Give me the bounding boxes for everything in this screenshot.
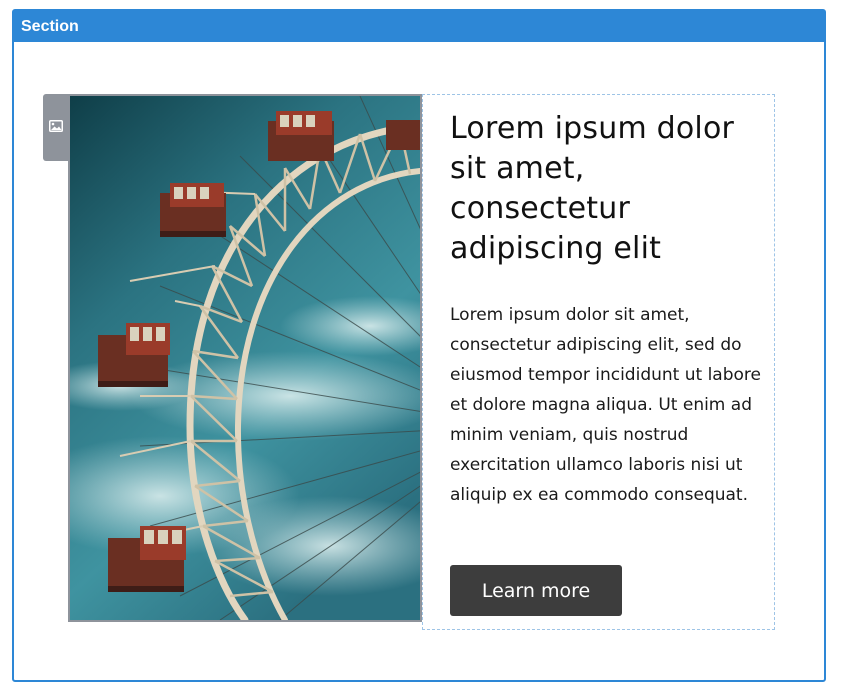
section-header[interactable]: Section: [14, 11, 824, 42]
learn-more-button[interactable]: Learn more: [450, 565, 622, 616]
image-block-handle[interactable]: [43, 94, 69, 161]
text-block[interactable]: Lorem ipsum dolor sit amet, consectetur …: [422, 94, 775, 630]
image-block[interactable]: [68, 94, 422, 622]
section-container[interactable]: Section Lorem ipsum dolor sit amet, cons…: [12, 9, 826, 682]
body-paragraph: Lorem ipsum dolor sit amet, consectetur …: [450, 305, 761, 505]
image-icon: [49, 120, 63, 132]
section-title: Section: [21, 18, 79, 35]
headline: Lorem ipsum dolor sit amet, consectetur …: [450, 111, 735, 266]
ferris-wheel-photo: [70, 96, 420, 620]
